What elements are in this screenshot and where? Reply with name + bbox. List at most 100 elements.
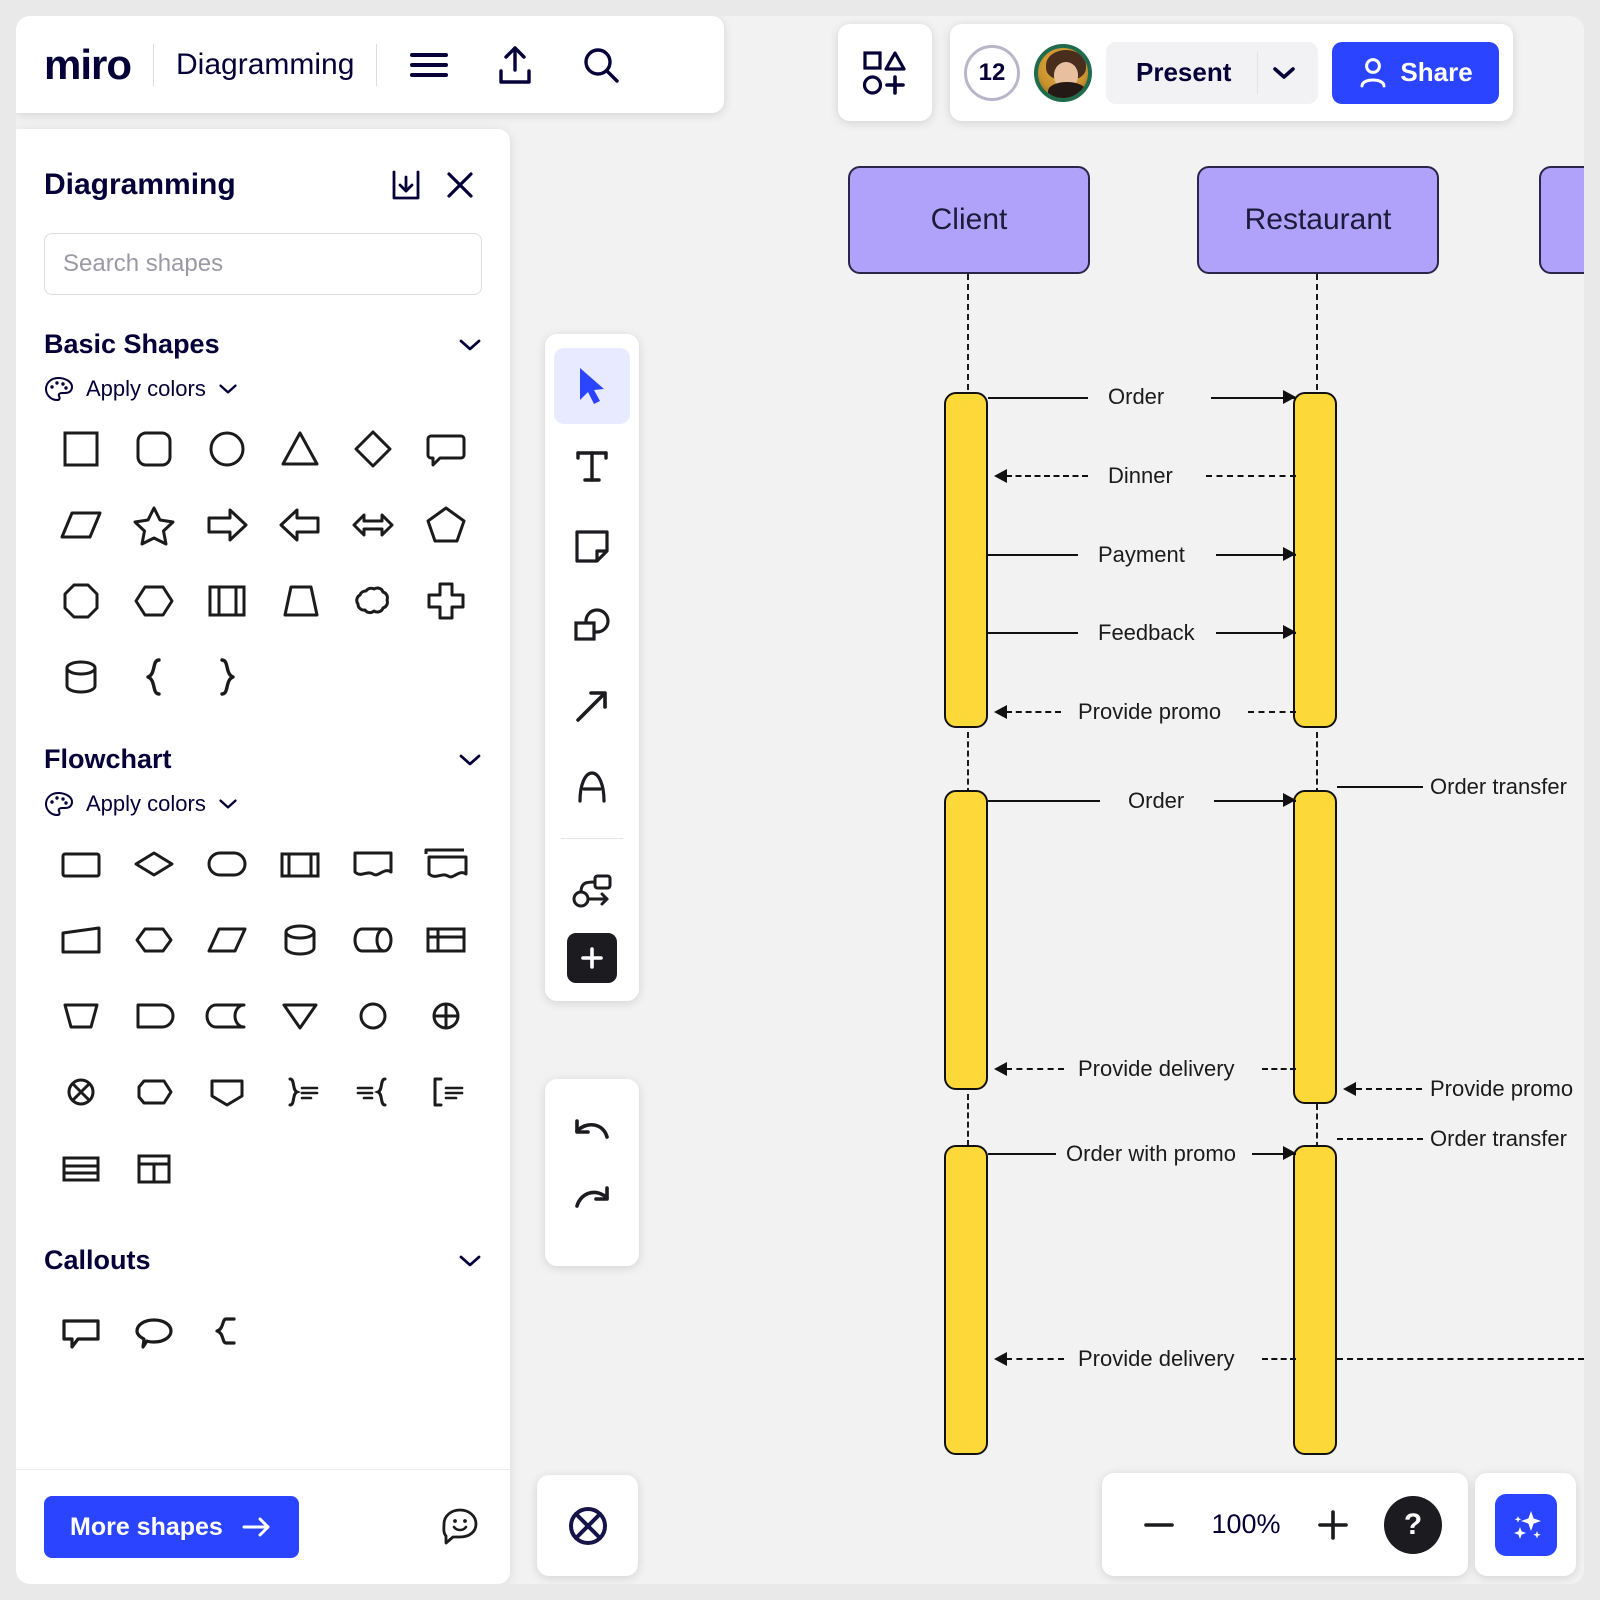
feedback-smiley-icon[interactable] [438, 1503, 482, 1552]
shape-document[interactable] [336, 831, 409, 897]
shape-database[interactable] [263, 907, 336, 973]
undo-arrow-icon[interactable] [569, 1117, 615, 1162]
shape-cylinder[interactable] [44, 644, 117, 710]
shape-merge[interactable] [263, 983, 336, 1049]
shape-multiple-documents[interactable] [409, 831, 482, 897]
shape-callout-oval[interactable] [117, 1298, 190, 1364]
shape-hexagon[interactable] [117, 568, 190, 634]
chevron-down-icon[interactable] [458, 1253, 482, 1269]
apply-colors-basic[interactable]: Apply colors [44, 376, 482, 402]
more-apps-plus-tool[interactable] [567, 933, 617, 983]
shape-circle[interactable] [190, 416, 263, 482]
connector-arrow-tool[interactable] [554, 668, 630, 744]
diagram-flow-tool[interactable] [554, 853, 630, 929]
frames-card[interactable] [537, 1475, 638, 1576]
search-icon[interactable] [571, 35, 631, 95]
lifeline-header-client[interactable]: Client [848, 166, 1090, 274]
shape-arrow-left[interactable] [263, 492, 336, 558]
activation-client-3[interactable] [944, 1145, 988, 1455]
shape-cross[interactable] [409, 568, 482, 634]
apply-colors-flowchart[interactable]: Apply colors [44, 791, 482, 817]
shape-triangle[interactable] [263, 416, 336, 482]
avatar[interactable] [1034, 43, 1092, 102]
shape-brace-left[interactable] [117, 644, 190, 710]
shape-star[interactable] [117, 492, 190, 558]
activation-client-2[interactable] [944, 790, 988, 1090]
shape-trapezoid[interactable] [263, 568, 336, 634]
shape-pentagon[interactable] [409, 492, 482, 558]
present-button[interactable]: Present [1106, 57, 1257, 88]
shape-columns[interactable] [190, 568, 263, 634]
text-tool[interactable] [554, 428, 630, 504]
shape-data[interactable] [44, 907, 117, 973]
ai-assistant-button[interactable] [1494, 1493, 1557, 1556]
shape-collate[interactable] [44, 1059, 117, 1125]
shape-manual-operation[interactable] [44, 983, 117, 1049]
shape-brace-right[interactable] [190, 644, 263, 710]
shape-diamond[interactable] [336, 416, 409, 482]
shape-parallelogram[interactable] [44, 492, 117, 558]
shape-decision[interactable] [117, 831, 190, 897]
activation-restaurant-3[interactable] [1293, 1145, 1337, 1455]
download-box-icon[interactable] [384, 163, 428, 207]
shape-terminator[interactable] [190, 831, 263, 897]
shape-extract[interactable] [190, 1059, 263, 1125]
shape-preparation[interactable] [117, 907, 190, 973]
section-header-callouts[interactable]: Callouts [44, 1245, 482, 1276]
shape-speech-bubble[interactable] [409, 416, 482, 482]
shape-annotation-bracket[interactable] [409, 1059, 482, 1125]
shape-cloud[interactable] [336, 568, 409, 634]
shapes-tool[interactable] [554, 588, 630, 664]
zoom-level-label[interactable]: 100% [1196, 1509, 1296, 1540]
shape-callout-brace[interactable] [190, 1298, 263, 1364]
chevron-down-icon[interactable] [458, 337, 482, 353]
share-button[interactable]: Share [1332, 41, 1499, 104]
shape-rounded-square[interactable] [117, 416, 190, 482]
close-x-icon[interactable] [438, 163, 482, 207]
section-header-flowchart[interactable]: Flowchart [44, 744, 482, 775]
shape-table-rows[interactable] [44, 1135, 117, 1201]
shape-arrow-right[interactable] [190, 492, 263, 558]
shape-octagon[interactable] [44, 568, 117, 634]
lifeline-header-third[interactable] [1539, 166, 1584, 274]
upload-share-icon[interactable] [485, 35, 545, 95]
sticky-note-tool[interactable] [554, 508, 630, 584]
shape-process[interactable] [44, 831, 117, 897]
shape-internal-storage[interactable] [409, 907, 482, 973]
shape-summing-junction[interactable] [409, 983, 482, 1049]
shape-annotation-left[interactable] [336, 1059, 409, 1125]
chevron-down-icon[interactable] [458, 752, 482, 768]
shape-picker-button[interactable] [838, 24, 932, 121]
shape-predefined-process[interactable] [263, 831, 336, 897]
redo-arrow-icon[interactable] [569, 1184, 615, 1229]
shape-arrow-double[interactable] [336, 492, 409, 558]
help-button[interactable]: ? [1384, 1495, 1442, 1554]
pen-draw-tool[interactable] [554, 748, 630, 824]
search-input[interactable] [44, 233, 482, 295]
activation-client-1[interactable] [944, 392, 988, 728]
shape-square[interactable] [44, 416, 117, 482]
board-title[interactable]: Diagramming [176, 48, 354, 82]
shape-direct-access-storage[interactable] [336, 907, 409, 973]
activation-restaurant-2[interactable] [1293, 790, 1337, 1104]
shape-callout-rect[interactable] [44, 1298, 117, 1364]
shape-annotation-right[interactable] [263, 1059, 336, 1125]
shape-table-grid[interactable] [117, 1135, 190, 1201]
more-shapes-button[interactable]: More shapes [44, 1496, 299, 1558]
panel-sections[interactable]: Basic Shapes Apply colors Flowchart Appl… [16, 295, 510, 1469]
hamburger-menu-icon[interactable] [399, 35, 459, 95]
shape-stored-data[interactable] [190, 983, 263, 1049]
section-header-basic-shapes[interactable]: Basic Shapes [44, 329, 482, 360]
chevron-down-icon[interactable] [1257, 51, 1318, 94]
shape-manual-input[interactable] [190, 907, 263, 973]
lifeline-header-restaurant[interactable]: Restaurant [1197, 166, 1439, 274]
shape-display[interactable] [117, 983, 190, 1049]
zoom-in-button[interactable] [1302, 1494, 1364, 1556]
collaborators-count-badge[interactable]: 12 [964, 44, 1020, 101]
select-cursor-tool[interactable] [554, 348, 630, 424]
miro-logo[interactable]: miro [44, 41, 132, 89]
activation-restaurant-1[interactable] [1293, 392, 1337, 728]
shape-or[interactable] [336, 983, 409, 1049]
zoom-out-button[interactable] [1128, 1494, 1190, 1556]
shape-delay[interactable] [117, 1059, 190, 1125]
